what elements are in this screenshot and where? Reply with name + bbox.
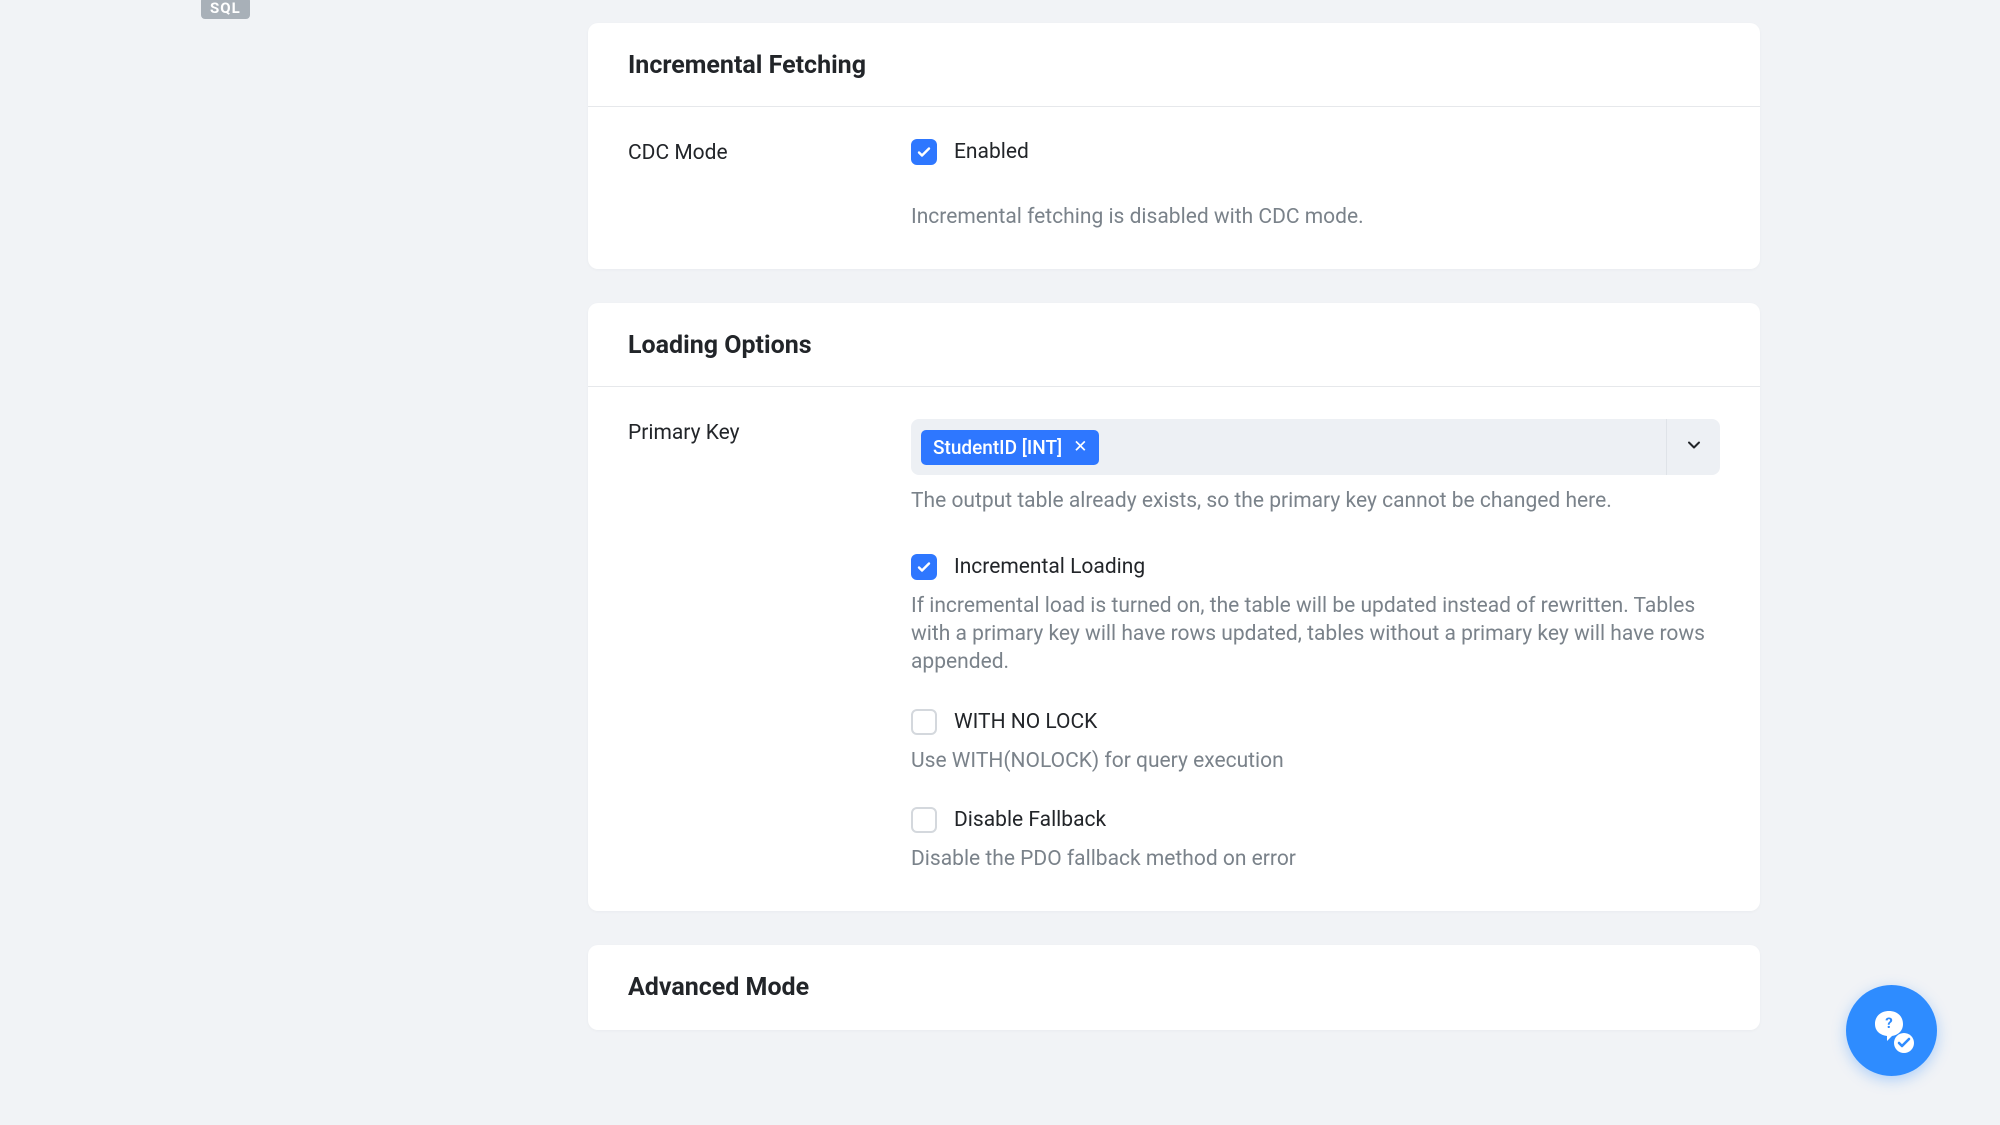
label-col: CDC Mode	[628, 139, 911, 165]
cdc-mode-checkbox-row: Enabled	[911, 139, 1720, 165]
sql-badge: SQL	[201, 0, 250, 19]
card-header: Advanced Mode	[588, 945, 1760, 1030]
card-body: CDC Mode Enabled Incremental fetching is…	[588, 107, 1760, 269]
control-col: Enabled Incremental fetching is disabled…	[911, 139, 1720, 231]
disable-fallback-block: Disable Fallback Disable the PDO fallbac…	[911, 807, 1720, 873]
primary-key-dropdown-toggle[interactable]	[1666, 419, 1720, 475]
cdc-mode-help: Incremental fetching is disabled with CD…	[911, 203, 1720, 231]
remove-tag-icon[interactable]: ✕	[1073, 439, 1087, 456]
incremental-loading-checkbox-row: Incremental Loading	[911, 554, 1720, 580]
cdc-mode-label: CDC Mode	[628, 141, 728, 165]
with-no-lock-help: Use WITH(NOLOCK) for query execution	[911, 747, 1720, 775]
primary-key-label: Primary Key	[628, 421, 740, 445]
disable-fallback-checkbox[interactable]	[911, 807, 937, 833]
incremental-fetching-card: Incremental Fetching CDC Mode Enabled In…	[588, 23, 1760, 269]
primary-key-tag: StudentID [INT] ✕	[921, 430, 1099, 465]
with-no-lock-checkbox[interactable]	[911, 709, 937, 735]
check-icon	[916, 559, 932, 575]
check-icon	[916, 144, 932, 160]
primary-key-help: The output table already exists, so the …	[911, 487, 1720, 515]
loading-options-card: Loading Options Primary Key StudentID [I…	[588, 303, 1760, 911]
with-no-lock-checkbox-row: WITH NO LOCK	[911, 709, 1720, 735]
incremental-loading-checkbox[interactable]	[911, 554, 937, 580]
disable-fallback-help: Disable the PDO fallback method on error	[911, 845, 1720, 873]
cdc-mode-checkbox[interactable]	[911, 139, 937, 165]
svg-text:?: ?	[1885, 1014, 1892, 1032]
cdc-mode-checkbox-label: Enabled	[954, 140, 1029, 164]
with-no-lock-block: WITH NO LOCK Use WITH(NOLOCK) for query …	[911, 709, 1720, 775]
primary-key-select[interactable]: StudentID [INT] ✕	[911, 419, 1720, 475]
card-body: Primary Key StudentID [INT] ✕	[588, 387, 1760, 911]
disable-fallback-checkbox-label: Disable Fallback	[954, 808, 1106, 832]
card-header: Incremental Fetching	[588, 23, 1760, 107]
incremental-fetching-title: Incremental Fetching	[628, 51, 1720, 80]
content-area: Incremental Fetching CDC Mode Enabled In…	[588, 0, 1760, 1030]
loading-options-title: Loading Options	[628, 331, 1720, 360]
control-col: StudentID [INT] ✕ The output table alrea…	[911, 419, 1720, 873]
disable-fallback-checkbox-row: Disable Fallback	[911, 807, 1720, 833]
help-fab[interactable]: ?	[1846, 985, 1937, 1076]
help-chat-icon: ?	[1867, 1006, 1917, 1056]
with-no-lock-checkbox-label: WITH NO LOCK	[954, 710, 1097, 734]
incremental-loading-block: Incremental Loading If incremental load …	[911, 554, 1720, 677]
advanced-mode-card: Advanced Mode	[588, 945, 1760, 1030]
cdc-mode-row: CDC Mode Enabled Incremental fetching is…	[628, 139, 1720, 231]
label-col: Primary Key	[628, 419, 911, 445]
card-header: Loading Options	[588, 303, 1760, 387]
advanced-mode-title: Advanced Mode	[628, 973, 1720, 1002]
incremental-loading-checkbox-label: Incremental Loading	[954, 555, 1145, 579]
incremental-loading-help: If incremental load is turned on, the ta…	[911, 592, 1720, 677]
chevron-down-icon	[1684, 435, 1704, 459]
primary-key-row: Primary Key StudentID [INT] ✕	[628, 419, 1720, 873]
primary-key-tag-label: StudentID [INT]	[933, 436, 1062, 459]
